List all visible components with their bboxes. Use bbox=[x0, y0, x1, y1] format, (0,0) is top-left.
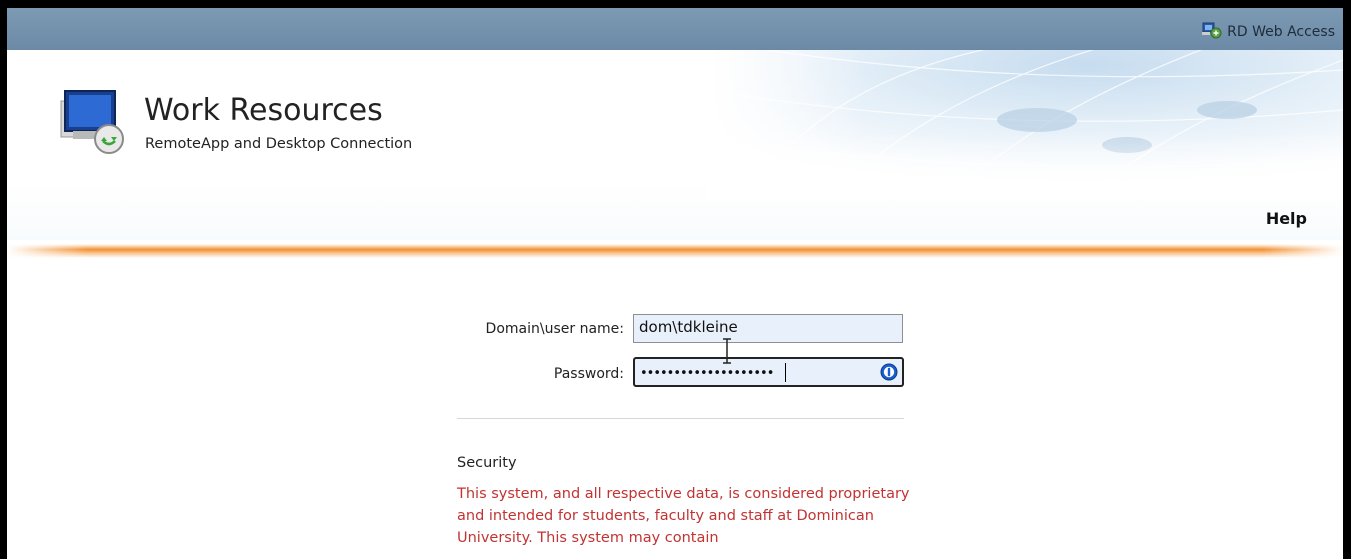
browser-viewport: RD Web Access Work Resources RemoteApp a… bbox=[7, 8, 1343, 559]
globe-background bbox=[707, 50, 1343, 200]
text-caret bbox=[785, 363, 786, 382]
page-subtitle: RemoteApp and Desktop Connection bbox=[145, 136, 413, 152]
rd-web-access-label: RD Web Access bbox=[1227, 24, 1335, 40]
ibeam-cursor-icon bbox=[723, 338, 731, 364]
page-header: Work Resources RemoteApp and Desktop Con… bbox=[7, 50, 1343, 240]
form-divider bbox=[457, 418, 904, 419]
orange-divider bbox=[7, 244, 1343, 258]
rd-web-access-link[interactable]: RD Web Access bbox=[1202, 21, 1335, 43]
help-link[interactable]: Help bbox=[1266, 209, 1307, 228]
username-label: Domain\user name: bbox=[485, 321, 624, 337]
page-title: Work Resources bbox=[144, 93, 383, 128]
top-bar: RD Web Access bbox=[7, 8, 1343, 50]
password-label: Password: bbox=[553, 366, 624, 382]
security-notice: This system, and all respective data, is… bbox=[457, 486, 910, 546]
remote-desktop-logo-icon bbox=[51, 85, 131, 157]
password-mask: •••••••••••••••••••• bbox=[640, 366, 774, 381]
password-field[interactable]: •••••••••••••••••••• bbox=[633, 357, 904, 387]
username-field[interactable]: dom\tdkleine bbox=[633, 314, 903, 343]
rd-web-access-icon bbox=[1202, 21, 1222, 43]
security-heading: Security bbox=[457, 455, 517, 471]
username-value: dom\tdkleine bbox=[639, 318, 738, 336]
password-manager-icon[interactable] bbox=[880, 363, 898, 381]
